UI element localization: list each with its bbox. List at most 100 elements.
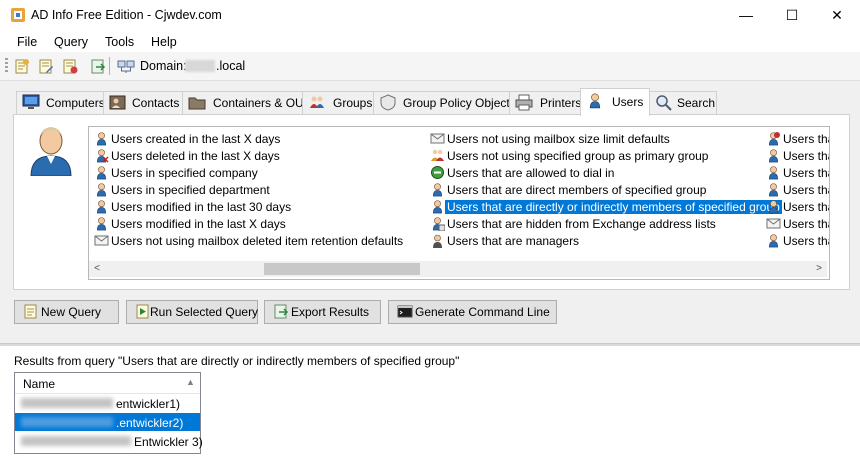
user-icon: [28, 124, 74, 177]
user-icon: [94, 182, 109, 197]
query-label: Users that are direct members of specifi…: [447, 183, 707, 197]
redacted-domain: [185, 60, 215, 72]
query-label: Users that are allowed to dial in: [447, 166, 615, 180]
result-row-text: .entwickler2): [116, 416, 184, 430]
query-label: Users that are directly or indirectly me…: [445, 200, 782, 214]
export-icon[interactable]: [90, 58, 106, 74]
new-query-icon: [23, 304, 39, 319]
tab-groups[interactable]: Groups: [302, 91, 374, 114]
scroll-right-icon[interactable]: >: [811, 261, 827, 277]
query-label: Users tha: [783, 217, 830, 231]
user-icon: [586, 92, 604, 109]
menu-file[interactable]: File: [17, 35, 37, 49]
tab-computers[interactable]: Computers: [16, 91, 105, 114]
results-list[interactable]: Name ▲ entwickler1) .entwickler2) Entwic…: [14, 372, 203, 454]
tab-label: Group Policy Objects: [403, 96, 516, 110]
close-button[interactable]: ✕: [814, 0, 860, 30]
window-title: AD Info Free Edition - Cjwdev.com: [31, 8, 222, 22]
tab-containers-ous[interactable]: Containers & OUs: [182, 91, 310, 114]
maximize-button[interactable]: ☐: [769, 0, 815, 30]
button-label: Generate Command Line: [415, 305, 550, 319]
user-icon: [766, 233, 781, 248]
tab-label: Users: [612, 95, 644, 109]
query-label: Users modified in the last 30 days: [111, 200, 292, 214]
tab-label: Contacts: [132, 96, 180, 110]
query-icon[interactable]: [14, 58, 30, 74]
query-label: Users that are managers: [447, 234, 580, 248]
result-row-text: Entwickler 3): [134, 435, 203, 449]
user-icon: [430, 199, 445, 214]
sort-ascending-icon: ▲: [186, 377, 195, 387]
contacts-icon: [109, 94, 127, 111]
tab-search[interactable]: Search: [649, 91, 717, 114]
user-icon: [766, 165, 781, 180]
tab-group-policy-objects[interactable]: Group Policy Objects: [373, 91, 516, 114]
redacted-name: [21, 436, 131, 446]
export-icon: [273, 304, 289, 319]
user-icon: [94, 165, 109, 180]
query-label: Users in specified company: [111, 166, 258, 180]
query-label: Users that are hidden from Exchange addr…: [447, 217, 716, 231]
printer-icon: [515, 94, 533, 111]
group-icon: [308, 94, 326, 111]
query-label: Users tha: [783, 166, 830, 180]
user-icon: [766, 182, 781, 197]
generate-command-line-button[interactable]: Generate Command Line: [388, 300, 557, 324]
result-row[interactable]: entwickler1): [15, 394, 200, 412]
mailbox-icon: [430, 131, 445, 146]
scroll-thumb[interactable]: [264, 263, 420, 275]
app-icon: [10, 7, 26, 23]
query-label: Users tha: [783, 234, 830, 248]
minimize-button[interactable]: —: [723, 0, 769, 30]
column-header-name[interactable]: Name ▲: [15, 373, 200, 394]
tab-label: Containers & OUs: [213, 96, 310, 110]
tab-contacts[interactable]: Contacts: [103, 91, 183, 114]
query-label: Users tha: [783, 149, 830, 163]
button-label: New Query: [41, 305, 102, 319]
menu-query[interactable]: Query: [54, 35, 88, 49]
export-results-button[interactable]: Export Results: [264, 300, 381, 324]
user-group-icon: [766, 131, 781, 146]
result-row-selected[interactable]: .entwickler2): [15, 413, 200, 431]
dial-in-icon: [430, 165, 445, 180]
hidden-user-icon: [430, 216, 446, 232]
query-delete-icon[interactable]: [62, 58, 78, 74]
button-label: Export Results: [291, 305, 370, 319]
toolbar-grip[interactable]: [5, 58, 8, 74]
query-label: Users not using specified group as prima…: [447, 149, 709, 163]
toolbar: [0, 52, 860, 81]
results-label: Results from query "Users that are direc…: [14, 354, 460, 368]
scroll-left-icon[interactable]: <: [89, 261, 105, 277]
query-label: Users tha: [783, 183, 830, 197]
user-deleted-icon: [94, 148, 109, 163]
button-label: Run Selected Query: [150, 305, 259, 319]
tab-printers[interactable]: Printers: [509, 91, 581, 114]
query-list[interactable]: Users created in the last X days Users d…: [88, 126, 830, 280]
user-icon: [94, 216, 109, 231]
query-label: Users not using mailbox size limit defau…: [447, 132, 670, 146]
toolbar-separator: [109, 57, 110, 75]
redacted-name: [21, 398, 113, 408]
tab-users[interactable]: Users: [580, 88, 650, 116]
group-icon: [430, 148, 445, 163]
menu-help[interactable]: Help: [151, 35, 177, 49]
menu-tools[interactable]: Tools: [105, 35, 134, 49]
run-selected-query-button[interactable]: Run Selected Query: [126, 300, 258, 324]
result-row[interactable]: Entwickler 3): [15, 432, 203, 450]
user-icon: [766, 148, 781, 163]
horizontal-scrollbar[interactable]: < >: [89, 261, 827, 277]
query-edit-icon[interactable]: [38, 58, 54, 74]
user-icon: [94, 131, 109, 146]
user-icon: [94, 199, 109, 214]
mailbox-icon: [766, 216, 781, 231]
tab-label: Groups: [333, 96, 373, 110]
search-icon: [655, 94, 673, 111]
query-label: Users created in the last X days: [111, 132, 281, 146]
domain-suffix: .local: [216, 59, 246, 73]
tab-label: Computers: [46, 96, 105, 110]
new-query-button[interactable]: New Query: [14, 300, 119, 324]
query-label: Users tha: [783, 200, 830, 214]
manager-icon: [430, 233, 445, 248]
folder-icon: [188, 94, 206, 111]
query-label: Users that: [783, 132, 829, 146]
